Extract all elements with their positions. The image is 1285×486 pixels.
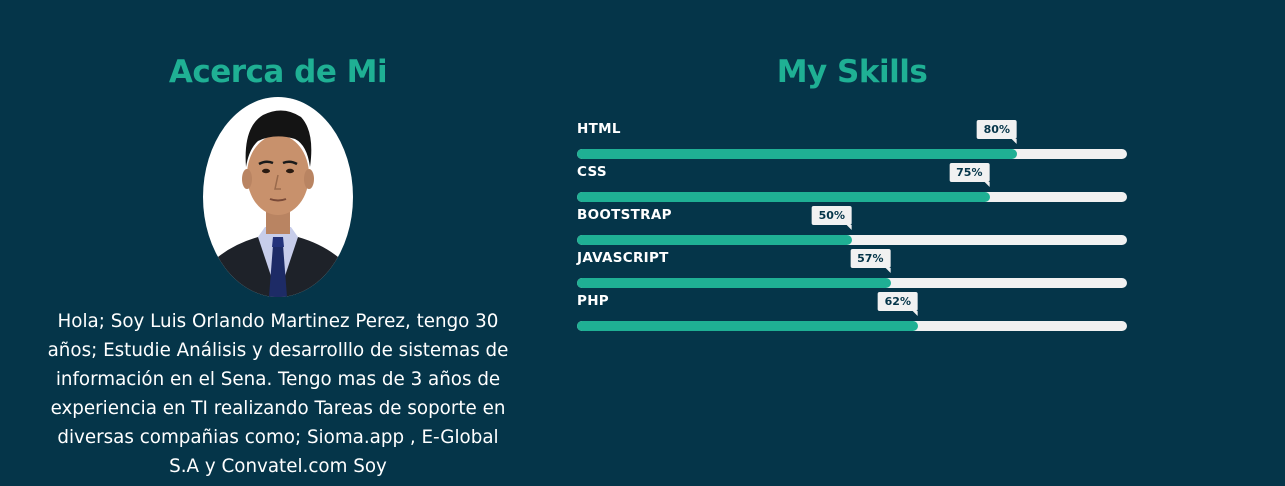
- skill-bar: 50%: [577, 206, 1127, 245]
- skill-percent-tag: 62%: [877, 292, 919, 316]
- page-scrollbar[interactable]: [1273, 0, 1285, 486]
- skill-php: PHP 62%: [577, 292, 1127, 340]
- skill-bar: 62%: [577, 292, 1127, 331]
- skill-bar: 57%: [577, 249, 1127, 288]
- skill-bar: 75%: [577, 163, 1127, 202]
- skill-name: CSS: [577, 164, 607, 180]
- skills-section: My Skills HTML 80% CSS 75% BOOTSTRAP 50%…: [577, 50, 1127, 340]
- skill-bar-fill: [577, 235, 852, 245]
- skill-list: HTML 80% CSS 75% BOOTSTRAP 50% JAVASCRIP…: [577, 120, 1127, 340]
- about-section: Acerca de Mi Hola; Soy Luis Orlando Mart…: [40, 50, 516, 481]
- profile-photo: [203, 97, 353, 297]
- skill-bar-fill: [577, 321, 918, 331]
- skill-percent-tag: 57%: [850, 249, 891, 273]
- skills-title: My Skills: [776, 54, 928, 90]
- skill-name: BOOTSTRAP: [577, 207, 672, 223]
- skill-name: HTML: [577, 121, 621, 137]
- skill-html: HTML 80%: [577, 120, 1127, 168]
- about-title: Acerca de Mi: [168, 54, 388, 90]
- skill-percent-tag: 75%: [949, 163, 990, 187]
- skill-percent-tag: 80%: [976, 120, 1018, 144]
- skill-name: PHP: [577, 293, 609, 309]
- skill-css: CSS 75%: [577, 163, 1127, 211]
- skill-bootstrap: BOOTSTRAP 50%: [577, 206, 1127, 254]
- page: Acerca de Mi Hola; Soy Luis Orlando Mart…: [0, 0, 1285, 486]
- skill-bar-fill: [577, 149, 1017, 159]
- skill-bar-fill: [577, 278, 891, 288]
- skill-bar: 80%: [577, 120, 1127, 159]
- skill-javascript: JAVASCRIPT 57%: [577, 249, 1127, 297]
- about-text: Hola; Soy Luis Orlando Martinez Perez, t…: [47, 311, 509, 477]
- skill-percent-tag: 50%: [811, 206, 853, 230]
- skill-bar-fill: [577, 192, 990, 202]
- skill-name: JAVASCRIPT: [577, 250, 669, 266]
